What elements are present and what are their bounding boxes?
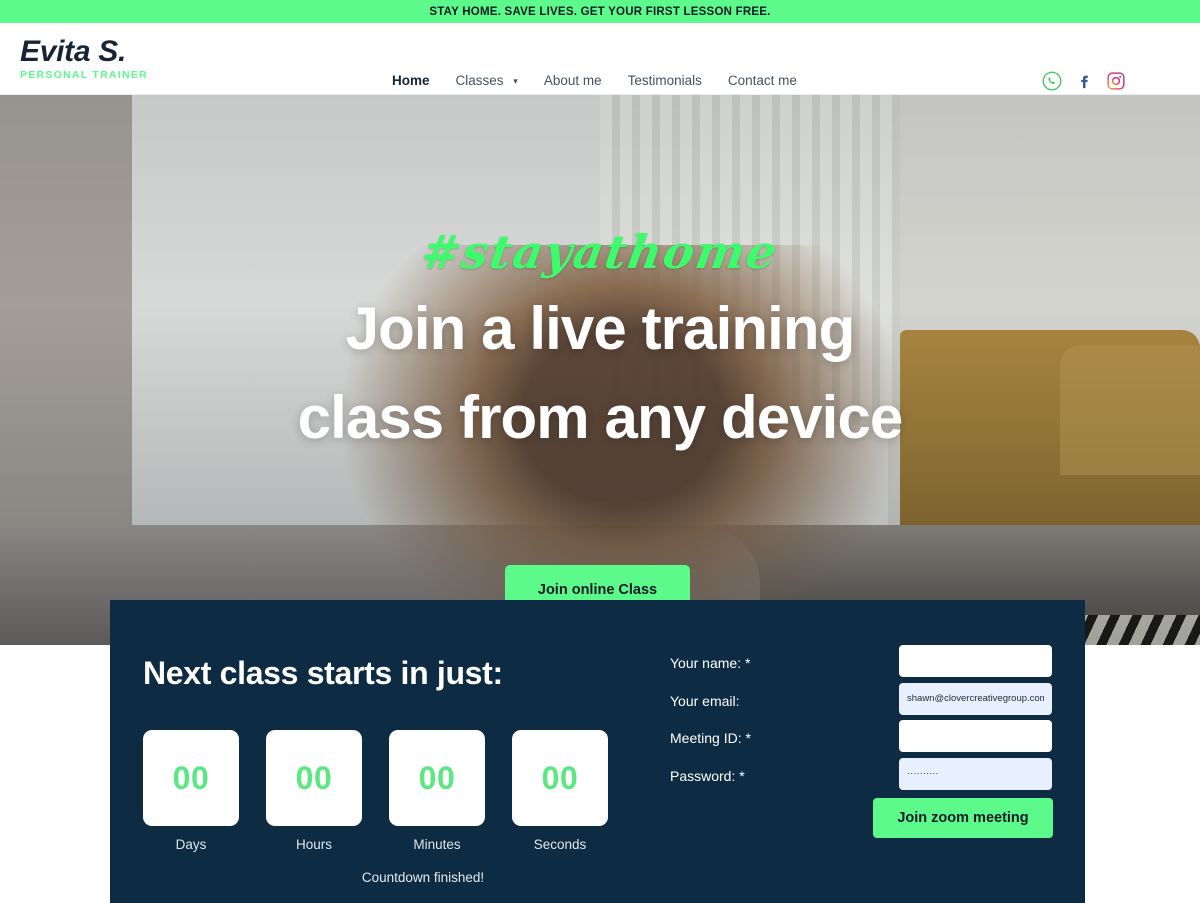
hero-content: #stayathome Join a live training class f…: [0, 95, 1200, 645]
countdown-box-minutes: 00: [389, 730, 485, 826]
form-row-email: Your email:: [670, 682, 1052, 721]
nav-item-about-me[interactable]: About me: [544, 73, 618, 88]
nav-item-home-label: Home: [392, 73, 430, 88]
hero-script-text: #stayathome: [417, 225, 783, 279]
countdown-unit-minutes: 00 Minutes: [389, 730, 485, 852]
meeting-id-field-label: Meeting ID: *: [670, 730, 751, 746]
nav-item-classes[interactable]: Classes ▾: [456, 73, 534, 88]
hero-title: Join a live training class from any devi…: [0, 285, 1200, 463]
page-root: STAY HOME. SAVE LIVES. GET YOUR FIRST LE…: [0, 0, 1200, 903]
countdown-unit-days: 00 Days: [143, 730, 239, 852]
meeting-id-field[interactable]: [899, 720, 1052, 752]
countdown-timer: 00 Days 00 Hours 00 Minutes 00 Seconds: [143, 730, 608, 852]
password-field[interactable]: [899, 757, 1052, 790]
password-field-label: Password: *: [670, 767, 745, 784]
announcement-bar: STAY HOME. SAVE LIVES. GET YOUR FIRST LE…: [0, 0, 1200, 23]
email-field-label: Your email:: [670, 692, 740, 709]
countdown-value-minutes: 00: [418, 759, 456, 796]
instagram-icon[interactable]: [1106, 71, 1126, 91]
logo[interactable]: Evita S. PERSONAL TRAINER: [20, 36, 148, 81]
nav-item-home[interactable]: Home: [392, 73, 446, 98]
name-field[interactable]: [899, 645, 1052, 677]
countdown-label-hours: Hours: [295, 837, 332, 852]
logo-tagline: PERSONAL TRAINER: [20, 68, 148, 81]
countdown-label-minutes: Minutes: [413, 837, 461, 852]
site-header: Evita S. PERSONAL TRAINER Home Classes ▾…: [0, 23, 1200, 98]
logo-name: Evita S.: [20, 35, 126, 68]
countdown-box-hours: 00: [266, 730, 362, 826]
countdown-unit-hours: 00 Hours: [266, 730, 362, 852]
main-nav: Home Classes ▾ About me Testimonials Con…: [392, 73, 823, 98]
countdown-box-days: 00: [143, 730, 239, 826]
hero-section: #stayathome Join a live training class f…: [0, 95, 1200, 645]
countdown-status: Countdown finished!: [361, 870, 485, 885]
countdown-label-seconds: Seconds: [533, 837, 587, 852]
hero-title-line-2: class from any device: [297, 383, 904, 451]
email-field[interactable]: [899, 682, 1052, 715]
countdown-label-days: Days: [175, 837, 207, 852]
form-row-password: Password: *: [670, 757, 1052, 796]
announcement-text: STAY HOME. SAVE LIVES. GET YOUR FIRST LE…: [429, 5, 771, 18]
form-row-meeting-id: Meeting ID: *: [670, 720, 1052, 758]
countdown-value-hours: 00: [295, 759, 333, 796]
next-class-panel: Next class starts in just: 00 Days 00 Ho…: [110, 600, 1085, 903]
name-field-label: Your name: *: [670, 655, 751, 671]
countdown-box-seconds: 00: [512, 730, 608, 826]
facebook-icon[interactable]: [1074, 71, 1094, 91]
nav-item-testimonials[interactable]: Testimonials: [628, 73, 718, 88]
whatsapp-icon[interactable]: [1042, 71, 1062, 91]
nav-item-about-me-label: About me: [543, 73, 602, 88]
panel-title: Next class starts in just:: [143, 655, 503, 691]
nav-item-contact-me-label: Contact me: [727, 73, 797, 88]
zoom-join-form: Your name: * Your email: Meeting ID: * P…: [670, 645, 1052, 795]
nav-item-contact-me[interactable]: Contact me: [728, 73, 813, 88]
nav-item-classes-label: Classes: [455, 73, 504, 88]
form-row-name: Your name: *: [670, 645, 1052, 683]
join-zoom-meeting-button[interactable]: Join zoom meeting: [873, 798, 1053, 838]
countdown-value-days: 00: [172, 759, 210, 796]
chevron-down-icon: ▾: [513, 75, 518, 86]
social-links: [1042, 71, 1126, 91]
countdown-unit-seconds: 00 Seconds: [512, 730, 608, 852]
hero-title-line-1: Join a live training: [345, 295, 856, 362]
countdown-value-seconds: 00: [541, 759, 579, 796]
nav-item-testimonials-label: Testimonials: [627, 73, 702, 88]
